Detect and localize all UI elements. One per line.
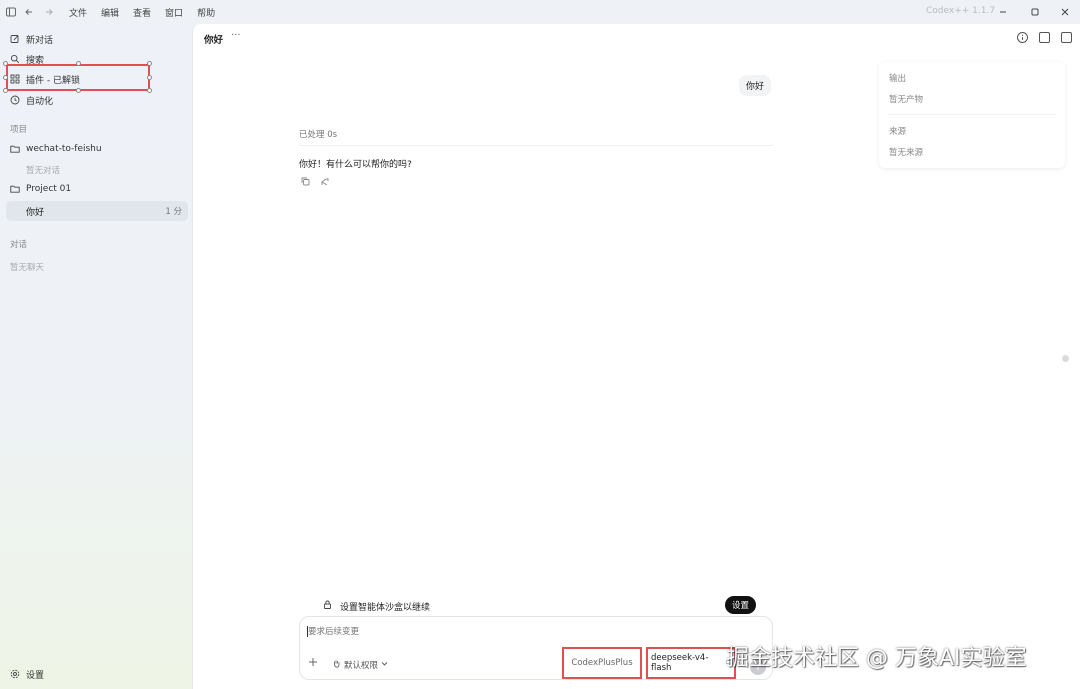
- menu-file[interactable]: 文件: [69, 6, 87, 19]
- clock-icon: [10, 95, 20, 105]
- projects-section-label: 项目: [10, 125, 28, 135]
- search-icon: [10, 54, 20, 64]
- sandbox-text: 设置智能体沙盒以继续: [340, 602, 431, 613]
- project-item[interactable]: wechat-to-feishu: [10, 140, 102, 158]
- selection-handle: [3, 61, 8, 66]
- project-name: wechat-to-feishu: [26, 144, 102, 154]
- terminal-panel-icon[interactable]: [1039, 32, 1050, 43]
- app-title: Codex++ 1.1.7: [926, 6, 996, 16]
- user-message: 你好: [739, 75, 772, 96]
- branch-icon[interactable]: [320, 177, 329, 189]
- assistant-reply: 你好！有什么可以帮你的吗?: [299, 160, 412, 170]
- sidebar-toggle-icon[interactable]: [4, 5, 18, 19]
- highlight-box-plugins: [6, 64, 150, 91]
- sidebar-new-chat[interactable]: 新对话: [10, 30, 53, 48]
- lock-icon: [323, 600, 332, 612]
- divider: [887, 114, 1057, 115]
- chat-title: 你好: [26, 208, 45, 218]
- provider-selector[interactable]: CodexPlusPlus: [562, 647, 642, 679]
- folder-icon: [10, 144, 20, 154]
- selection-handle: [76, 61, 81, 66]
- menu-help[interactable]: 帮助: [197, 6, 215, 19]
- selection-handle: [147, 61, 152, 66]
- menu-edit[interactable]: 编辑: [101, 6, 119, 19]
- close-icon[interactable]: [1057, 4, 1073, 20]
- menu-window[interactable]: 窗口: [165, 6, 183, 19]
- selection-handle: [147, 75, 152, 80]
- title-bar: 文件 编辑 查看 窗口 帮助 Codex++ 1.1.7: [0, 0, 1080, 24]
- menu-view[interactable]: 查看: [133, 6, 151, 19]
- chats-section-label: 对话: [10, 240, 28, 250]
- permission-selector[interactable]: 默认权限: [332, 659, 388, 671]
- plus-icon[interactable]: [308, 657, 318, 670]
- info-icon[interactable]: [1017, 32, 1028, 43]
- page-title: 你好: [204, 35, 224, 46]
- project-empty-text: 暂无对话: [26, 166, 61, 176]
- folder-icon: [10, 184, 20, 194]
- selection-handle: [3, 88, 8, 93]
- composer: 默认权限 CodexPlusPlus deepseek-v4-flash 中: [299, 616, 773, 680]
- sidebar-automation-label: 自动化: [26, 96, 54, 107]
- provider-label: CodexPlusPlus: [571, 658, 633, 668]
- sidebar-automation[interactable]: 自动化: [10, 91, 53, 109]
- chats-empty-text: 暂无聊天: [10, 263, 45, 273]
- copy-icon[interactable]: [301, 177, 310, 189]
- watermark: 掘金技术社区 @ 万象AI实验室: [727, 646, 1027, 671]
- maximize-icon[interactable]: [1027, 4, 1043, 20]
- menu-bar: 文件 编辑 查看 窗口 帮助: [69, 6, 229, 19]
- side-panel-icon[interactable]: [1061, 32, 1072, 43]
- project-name: Project 01: [26, 184, 72, 194]
- chat-item-active[interactable]: 你好 1 分: [6, 201, 188, 221]
- sidebar-settings-label: 设置: [26, 670, 45, 681]
- edit-icon: [10, 34, 20, 44]
- output-label: 输出: [889, 74, 907, 84]
- source-value: 暂无来源: [889, 148, 924, 158]
- chevron-down-icon: [381, 660, 388, 670]
- permission-label: 默认权限: [344, 661, 379, 671]
- sandbox-notice: 设置智能体沙盒以继续: [323, 598, 753, 614]
- chat-time: 1 分: [165, 207, 182, 217]
- selection-handle: [3, 75, 8, 80]
- output-value: 暂无产物: [889, 95, 924, 105]
- hand-icon: [332, 659, 341, 671]
- more-options-button[interactable]: ···: [231, 30, 241, 41]
- scrollbar-handle[interactable]: [1062, 355, 1069, 362]
- info-panel: 输出 暂无产物 来源 暂无来源: [879, 62, 1065, 168]
- sandbox-settings-button[interactable]: 设置: [725, 596, 757, 614]
- divider: [299, 145, 773, 146]
- sidebar: 新对话 搜索 插件 - 已解锁 自动化 项目 wechat-to-feishu …: [0, 24, 192, 689]
- sidebar-new-chat-label: 新对话: [26, 35, 54, 46]
- main-panel: 你好 ··· 你好 已处理 0s 你好！有什么可以帮你的吗? 输出 暂无产物 来…: [192, 24, 1080, 689]
- source-label: 来源: [889, 127, 907, 137]
- sidebar-settings[interactable]: 设置: [10, 665, 44, 683]
- arrow-right-icon[interactable]: [42, 5, 56, 19]
- selection-handle: [147, 88, 152, 93]
- model-selector[interactable]: deepseek-v4-flash 中: [646, 647, 736, 679]
- model-label: deepseek-v4-flash: [651, 653, 709, 673]
- arrow-left-icon[interactable]: [22, 5, 36, 19]
- minimize-icon[interactable]: [995, 4, 1011, 20]
- message-input[interactable]: [308, 625, 608, 639]
- selection-handle: [76, 88, 81, 93]
- project-item[interactable]: Project 01: [10, 180, 71, 198]
- processed-status[interactable]: 已处理 0s: [299, 128, 337, 140]
- gear-icon: [10, 669, 20, 679]
